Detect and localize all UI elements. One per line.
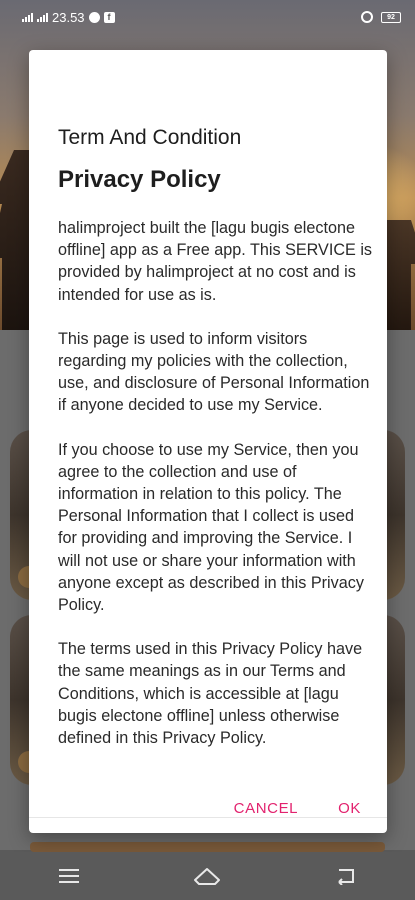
policy-paragraph: This page is used to inform visitors reg… [58,329,370,415]
signal-icon-2 [37,12,48,22]
navigation-bar [0,852,415,900]
background-bottom-strip [30,842,385,852]
alarm-icon [361,11,373,23]
back-button[interactable] [326,858,366,894]
status-time: 23.53 [52,9,85,25]
notification-icon [88,11,100,23]
battery-icon: 92 [381,11,401,23]
privacy-policy-heading: Privacy Policy [58,166,221,193]
dialog-title: Term And Condition [58,126,242,149]
policy-paragraph: If you choose to use my Service, then yo… [58,440,364,615]
menu-button[interactable] [49,858,89,894]
ok-button[interactable]: OK [324,790,375,826]
status-bar: 23.53 f 92 [0,0,415,34]
dialog-content[interactable]: Privacy Policy halimproject built the [l… [58,165,373,817]
cancel-button[interactable]: CANCEL [220,790,312,826]
terms-dialog: Term And Condition Privacy Policy halimp… [29,50,387,833]
status-left: 23.53 f [22,10,115,25]
back-icon [338,869,354,885]
policy-paragraph: The terms used in this Privacy Policy ha… [58,640,363,748]
status-right: 92 [361,11,401,23]
dialog-actions: CANCEL OK [220,785,387,831]
home-icon [194,868,221,885]
signal-icon [22,12,33,22]
battery-level: 92 [387,13,395,21]
policy-paragraph: halimproject built the [lagu bugis elect… [58,219,373,304]
facebook-icon: f [103,11,115,23]
menu-icon [59,869,80,883]
home-button[interactable] [187,858,227,894]
